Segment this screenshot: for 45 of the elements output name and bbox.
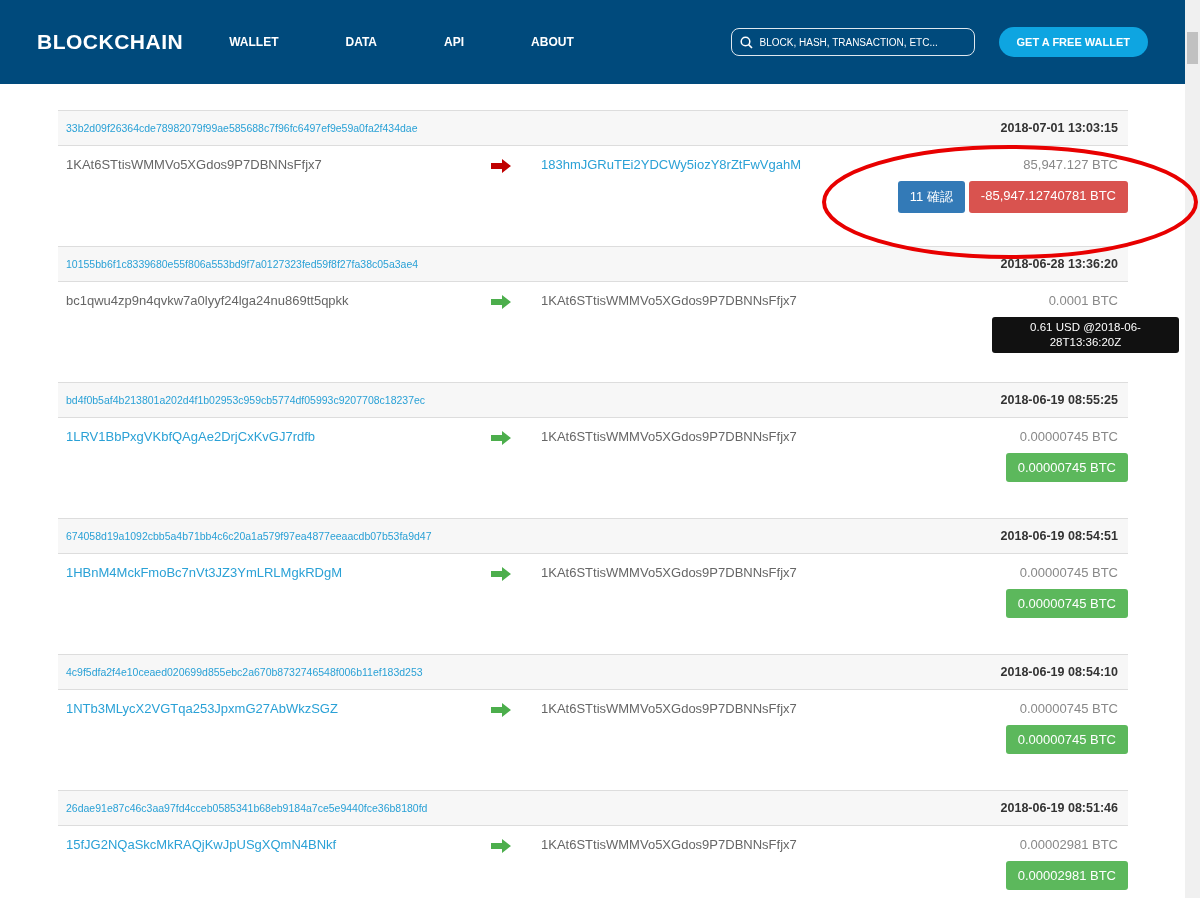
- address-text: 1KAt6STtisWMMVo5XGdos9P7DBNNsFfjx7: [66, 157, 323, 172]
- address-text: 1KAt6STtisWMMVo5XGdos9P7DBNNsFfjx7: [541, 837, 798, 852]
- nav-link[interactable]: ABOUT: [531, 35, 574, 49]
- address-text: 1KAt6STtisWMMVo5XGdos9P7DBNNsFfjx7: [541, 701, 798, 716]
- transaction-time: 2018-06-19 08:54:10: [1000, 665, 1118, 679]
- transaction-hash-link[interactable]: 10155bb6f1c8339680e55f806a553bd9f7a0127323fed59f8f27fa38c05a3ae4: [66, 258, 419, 270]
- address-link[interactable]: 15fJG2NQaSkcMkRAQjKwJpUSgXQmN4BNkf: [66, 837, 491, 852]
- search-field[interactable]: BLOCK, HASH, TRANSACTION, ETC...: [730, 28, 975, 56]
- tooltip: 0.61 USD @2018-06-28T13:36:20Z: [992, 317, 1179, 353]
- balance-change-badge[interactable]: 0.00000745 BTC: [1005, 725, 1128, 754]
- address-text: 1KAt6STtisWMMVo5XGdos9P7DBNNsFfjx7: [541, 293, 798, 308]
- address-link[interactable]: 183hmJGRuTEi2YDCWy5iozY8rZtFwVgahM: [541, 157, 898, 172]
- balance-change-badge[interactable]: 0.00002981 BTC: [1005, 861, 1128, 890]
- logo[interactable]: BLOCKCHAIN: [37, 30, 184, 54]
- nav-link[interactable]: DATA: [345, 35, 378, 49]
- transaction-hash-link[interactable]: 26dae91e87c46c3aa97fd4cceb0585341b68eb9184a7ce5e9440fce36b8180fd: [66, 802, 428, 814]
- balance-change-badge[interactable]: 0.00000745 BTC: [1005, 589, 1128, 618]
- nav-link[interactable]: WALLET: [229, 35, 279, 49]
- amount-text: 0.00000745 BTC: [1019, 701, 1119, 716]
- transaction-hash-link[interactable]: 4c9f5dfa2f4e10ceaed020699d855ebc2a670b8732746548f006b11ef183d253: [66, 666, 423, 678]
- address-text: bc1qwu4zp9n4qvkw7a0lyyf24lga24nu869tt5qpkk: [66, 293, 350, 308]
- search-icon: [739, 36, 753, 49]
- address-text: 1KAt6STtisWMMVo5XGdos9P7DBNNsFfjx7: [541, 429, 798, 444]
- nav-link[interactable]: API: [444, 35, 465, 49]
- transaction-time: 2018-06-19 08:54:51: [1000, 529, 1118, 543]
- transaction-hash-link[interactable]: 674058d19a1092cbb5a4b71bb4c6c20a1a579f97ea4877eeaacdb07b53fa9d47: [66, 530, 432, 542]
- balance-change-badge[interactable]: -85,947.12740781 BTC: [968, 181, 1128, 213]
- transaction-hash-link[interactable]: bd4f0b5af4b213801a202d4f1b02953c959cb5774df05993c9207708c18237ec: [66, 394, 426, 406]
- confirmations-badge: 11 確認: [897, 181, 965, 213]
- amount-text: 85,947.127 BTC: [1023, 157, 1119, 172]
- get-wallet-button[interactable]: GET A FREE WALLET: [998, 27, 1148, 57]
- amount-text: 0.00000745 BTC: [1019, 565, 1119, 580]
- transaction-time: 2018-06-19 08:55:25: [1000, 393, 1118, 407]
- address-link[interactable]: 1LRV1BbPxgVKbfQAgAe2DrjCxKvGJ7rdfb: [66, 429, 491, 444]
- transaction-time: 2018-06-19 08:51:46: [1000, 801, 1118, 815]
- transaction-hash-link[interactable]: 33b2d09f26364cde78982079f99ae585688c7f96fc6497ef9e59a0fa2f434dae: [66, 122, 418, 134]
- balance-change-badge[interactable]: 0.00000745 BTC: [1005, 453, 1128, 482]
- address-text: 1KAt6STtisWMMVo5XGdos9P7DBNNsFfjx7: [541, 565, 798, 580]
- amount-text: 0.00000745 BTC: [1019, 429, 1119, 444]
- transaction-time: 2018-07-01 13:03:15: [1000, 121, 1118, 135]
- address-link[interactable]: 1NTb3MLycX2VGTqa253JpxmG27AbWkzSGZ: [66, 701, 491, 716]
- address-link[interactable]: 1HBnM4MckFmoBc7nVt3JZ3YmLRLMgkRDgM: [66, 565, 491, 580]
- amount-text: 0.00002981 BTC: [1019, 837, 1119, 852]
- transaction-time: 2018-06-28 13:36:20: [1000, 257, 1118, 271]
- amount-text: 0.0001 BTC: [1048, 293, 1119, 308]
